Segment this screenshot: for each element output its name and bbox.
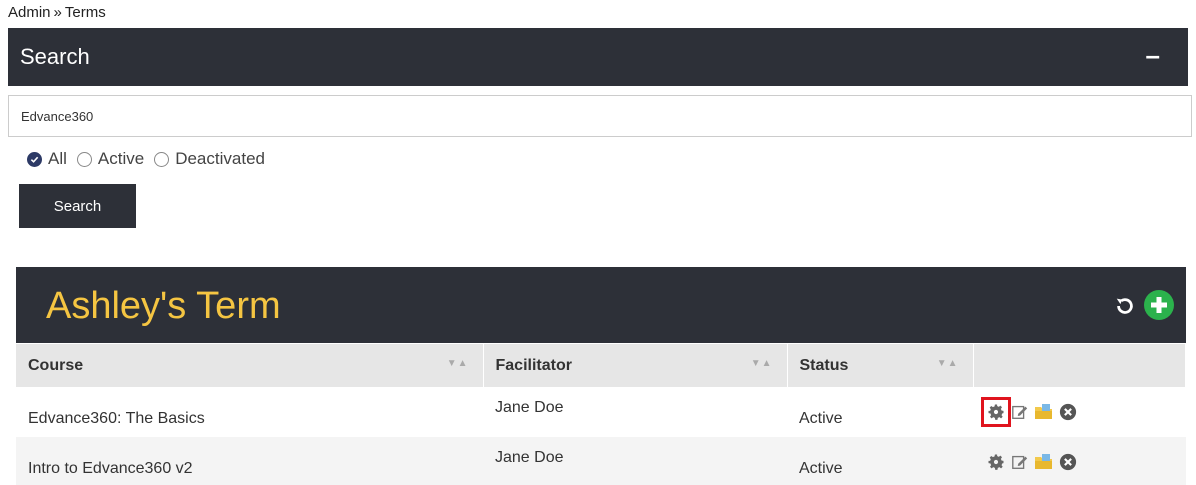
search-panel-header: Search – [8, 28, 1188, 86]
column-header-actions [973, 344, 1186, 387]
edit-icon[interactable] [1009, 451, 1031, 473]
search-input[interactable] [8, 95, 1192, 137]
filter-deactivated[interactable]: Deactivated [154, 149, 265, 169]
filter-deactivated-label: Deactivated [175, 149, 265, 168]
column-header-label: Course [28, 356, 84, 374]
facilitator-cell: Jane Doe [483, 437, 787, 485]
breadcrumb-current: Terms [64, 4, 106, 21]
folder-icon[interactable] [1033, 451, 1055, 473]
delete-icon[interactable] [1057, 451, 1079, 473]
actions-cell [973, 437, 1186, 485]
gear-icon[interactable] [981, 397, 1011, 427]
search-panel-title: Search [20, 44, 90, 69]
sort-icon[interactable]: ▼▲ [937, 358, 959, 369]
course-cell[interactable]: Intro to Edvance360 v2 [16, 437, 483, 485]
filter-active[interactable]: Active [76, 149, 145, 169]
edit-icon[interactable] [1009, 401, 1031, 423]
column-header-course[interactable]: Course ▼▲ [16, 344, 484, 387]
table-row: Edvance360: The Basics Jane Doe Active [16, 387, 1186, 437]
column-header-facilitator[interactable]: Facilitator ▼▲ [483, 344, 788, 387]
status-cell: Active [799, 410, 843, 427]
delete-icon[interactable] [1057, 401, 1079, 423]
course-cell[interactable]: Edvance360: The Basics [16, 387, 483, 437]
term-header: Ashley's Term [16, 267, 1186, 343]
status-cell: Active [787, 437, 973, 485]
radio-unchecked-icon[interactable] [154, 151, 170, 167]
terms-table: Course ▼▲ Facilitator ▼▲ Status ▼▲ Edvance3… [16, 344, 1186, 485]
radio-checked-icon[interactable] [27, 151, 42, 167]
column-header-label: Status [799, 356, 849, 374]
filter-active-label: Active [97, 149, 145, 168]
status-filter: All Active Deactivated [27, 149, 275, 169]
column-header-label: Facilitator [495, 356, 572, 374]
add-icon[interactable] [1144, 290, 1174, 320]
search-button[interactable]: Search [19, 184, 136, 228]
folder-icon[interactable] [1033, 401, 1055, 423]
gear-icon[interactable] [985, 451, 1007, 473]
term-title: Ashley's Term [46, 285, 281, 327]
sort-icon[interactable]: ▼▲ [447, 358, 469, 369]
filter-all[interactable]: All [27, 149, 67, 169]
breadcrumb: Admin» Terms [8, 4, 106, 21]
filter-all-label: All [48, 149, 67, 168]
facilitator-cell: Jane Doe [495, 399, 564, 416]
breadcrumb-separator: » [53, 4, 62, 21]
table-header-row: Course ▼▲ Facilitator ▼▲ Status ▼▲ [16, 344, 1186, 387]
sort-icon[interactable]: ▼▲ [751, 358, 773, 369]
table-row: Intro to Edvance360 v2 Jane Doe Active [16, 437, 1186, 485]
radio-unchecked-icon[interactable] [76, 151, 92, 167]
column-header-status[interactable]: Status ▼▲ [787, 344, 974, 387]
refresh-icon[interactable] [1114, 295, 1136, 317]
collapse-button[interactable]: – [1146, 40, 1160, 71]
actions-cell [973, 387, 1186, 437]
breadcrumb-admin-link[interactable]: Admin [8, 4, 51, 21]
